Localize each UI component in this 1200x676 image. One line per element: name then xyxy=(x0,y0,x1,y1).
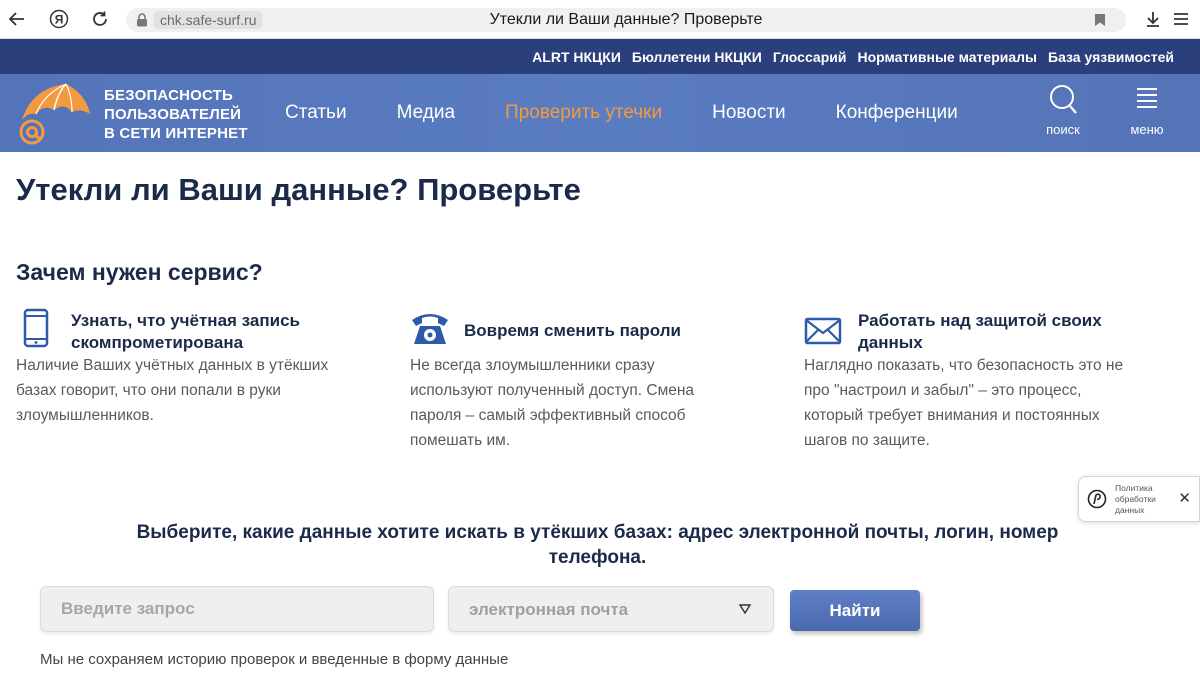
find-button[interactable]: Найти xyxy=(790,590,920,631)
yandex-button[interactable]: Я xyxy=(48,8,70,30)
yandex-logo-icon: Я xyxy=(49,9,69,29)
svg-text:Я: Я xyxy=(55,13,64,27)
feature-heading: Вовремя сменить пароли xyxy=(464,321,681,340)
main-menu: Статьи Медиа Проверить утечки Новости Ко… xyxy=(260,74,983,152)
nav-check-leaks[interactable]: Проверить утечки xyxy=(505,102,662,124)
back-button[interactable] xyxy=(6,8,28,30)
downloads-button[interactable] xyxy=(1142,8,1164,30)
page-title: Утекли ли Ваши данные? Проверьте xyxy=(16,172,581,207)
download-icon xyxy=(1147,12,1159,27)
top-link-vuln-db[interactable]: База уязвимостей xyxy=(1048,49,1174,65)
search-input[interactable] xyxy=(40,586,434,632)
reload-icon xyxy=(93,11,107,26)
page-tab-title: Утекли ли Ваши данные? Проверьте xyxy=(489,11,763,28)
hamburger-icon xyxy=(1174,13,1188,25)
reload-button[interactable] xyxy=(89,8,111,30)
nav-news[interactable]: Новости xyxy=(712,102,786,124)
nav-articles[interactable]: Статьи xyxy=(285,102,347,124)
nav-conferences[interactable]: Конференции xyxy=(836,102,958,124)
hamburger-icon xyxy=(1137,88,1157,108)
top-link-bulletins[interactable]: Бюллетени НКЦКИ xyxy=(632,49,762,65)
search-button[interactable]: поиск xyxy=(1033,84,1093,144)
feature-body: Наличие Ваших учётных данных в утёкших б… xyxy=(16,357,329,424)
triangle-down-icon xyxy=(739,604,751,614)
search-type-select[interactable]: электронная почта xyxy=(448,586,774,632)
feature-body: Не всегда злоумышленники сразу использую… xyxy=(410,357,695,449)
nav-media[interactable]: Медиа xyxy=(397,102,455,124)
privacy-note: Мы не сохраняем историю проверок и введе… xyxy=(40,651,509,668)
phone-icon xyxy=(23,308,49,348)
top-link-glossary[interactable]: Глоссарий xyxy=(773,49,847,65)
top-links-bar: ALRT НКЦКИ Бюллетени НКЦКИ Глоссарий Нор… xyxy=(0,39,1200,74)
feature-heading: Работать над защитой своих данных xyxy=(858,311,1102,352)
close-icon[interactable]: ✕ xyxy=(1178,491,1191,507)
feature-body: Наглядно показать, что безопасность это … xyxy=(804,357,1124,449)
logo-text[interactable]: БЕЗОПАСНОСТЬ ПОЛЬЗОВАТЕЛЕЙ В СЕТИ ИНТЕРН… xyxy=(104,86,248,143)
arrow-left-icon xyxy=(8,12,24,26)
telephone-icon xyxy=(412,314,448,344)
browser-menu-button[interactable] xyxy=(1170,8,1192,30)
feature-heading: Узнать, что учётная запись скомпрометиро… xyxy=(71,311,300,352)
bookmark-icon[interactable] xyxy=(1094,13,1106,27)
main-navbar: БЕЗОПАСНОСТЬ ПОЛЬЗОВАТЕЛЕЙ В СЕТИ ИНТЕРН… xyxy=(0,74,1200,152)
privacy-icon xyxy=(1087,489,1107,509)
top-link-alrt[interactable]: ALRT НКЦКИ xyxy=(532,49,621,65)
search-prompt: Выберите, какие данные хотите искать в у… xyxy=(136,522,1059,568)
search-label: поиск xyxy=(1046,122,1080,137)
envelope-icon xyxy=(804,317,842,345)
menu-button[interactable]: меню xyxy=(1117,84,1177,144)
menu-label: меню xyxy=(1130,122,1164,137)
section-title: Зачем нужен сервис? xyxy=(16,259,263,285)
top-link-regulations[interactable]: Нормативные материалы xyxy=(857,49,1037,65)
search-type-value: электронная почта xyxy=(469,600,629,619)
address-bar[interactable]: chk.safe-surf.ru Утекли ли Ваши данные? … xyxy=(126,8,1126,32)
privacy-policy-badge[interactable]: Политика обработки данных ✕ xyxy=(1078,476,1200,522)
umbrella-logo-icon[interactable] xyxy=(14,80,94,146)
search-icon xyxy=(1050,85,1077,114)
browser-toolbar: Я chk.safe-surf.ru Утекли ли Ваши данные… xyxy=(0,0,1200,39)
privacy-text[interactable]: Политика обработки данных xyxy=(1115,483,1175,516)
